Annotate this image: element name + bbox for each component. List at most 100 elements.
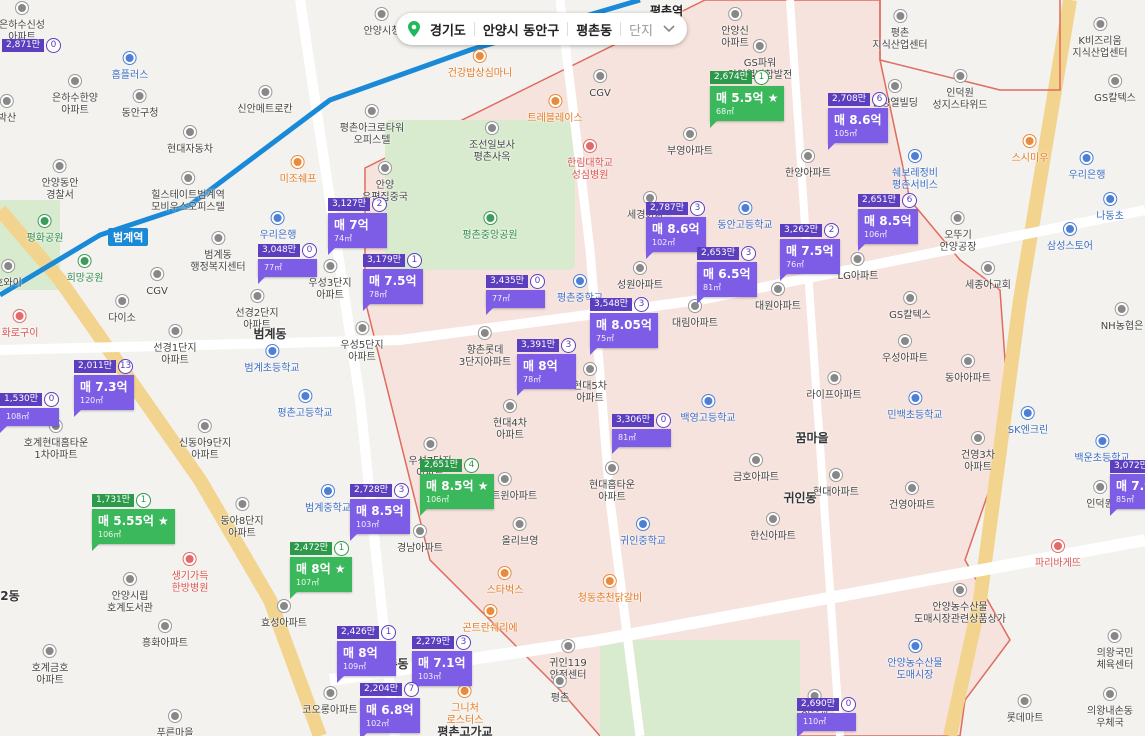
poi-label[interactable]: 홈플러스 [112,52,148,82]
apartment-price-marker[interactable]: 2,674만 1 매 5.5억 ★ 68㎡ [710,70,785,128]
poi-label[interactable]: 범계동 행정복지센터 [190,232,246,274]
apartment-price-marker[interactable]: 3,127만 2 매 7억 74㎡ [328,197,388,255]
apartment-price-marker[interactable]: 3,262만 2 매 7.5억 76㎡ [780,223,840,281]
poi-label[interactable]: 안양동안 경찰서 [42,160,78,202]
poi-label[interactable]: 스타벅스 [487,567,523,597]
apartment-price-marker[interactable]: 3,072만매 7.9억 85㎡ [1110,460,1145,516]
poi-label[interactable]: 현대아파트 [813,469,859,499]
poi-label[interactable]: SK엔크린 [1008,407,1048,437]
poi-label[interactable]: K비즈리움 지식산업센터 [1072,18,1128,60]
apartment-price-marker[interactable]: 3,548만 3 매 8.05억 75㎡ [590,297,658,355]
apartment-price-marker[interactable]: 2,690만 0 110㎡ [797,697,857,736]
poi-label[interactable]: 건영3차 아파트 [961,432,995,474]
poi-label[interactable]: 우성5단지 아파트 [340,322,384,364]
breadcrumb-level[interactable]: 단지 [621,20,661,39]
poi-label[interactable]: 스시미우 [1012,135,1048,165]
poi-label[interactable]: CGV [589,70,611,100]
poi-label[interactable]: 우리은행 [1069,152,1105,182]
chevron-down-icon[interactable] [663,25,675,33]
poi-label[interactable]: 조선일보사 평촌사옥 [469,122,515,164]
poi-label[interactable]: 동안고등학교 [717,202,773,232]
poi-label[interactable]: 현대자동차 [167,126,213,156]
poi-label[interactable]: 청동춘천닭갈비 [578,575,642,605]
poi-label[interactable]: 푸른마을 삼성아파트 [152,710,198,736]
poi-label[interactable]: 오뚜기 안양공장 [940,212,976,254]
breadcrumb-dong[interactable]: 평촌동 [568,20,620,39]
map-canvas[interactable]: 은하수신성 아파트 홈플러스 은하수한양 아파트 동안구청 신안메트로칸 현대자동차 안양동… [0,0,1145,736]
apartment-price-marker[interactable]: 2,651만 6 매 8.5억 106㎡ [858,193,918,251]
poi-label[interactable]: 호계금호 아파트 [32,645,68,687]
poi-label[interactable]: 대림아파트 [672,300,718,330]
apartment-price-marker[interactable]: 2,651만 4 매 8.5억 ★ 106㎡ [420,458,495,516]
poi-label[interactable]: 선경1단지 아파트 [153,325,197,367]
poi-label[interactable]: 금호아파트 [733,454,779,484]
apartment-price-marker[interactable]: 1,731만 1 매 5.55억 ★ 106㎡ [92,493,175,551]
apartment-price-marker[interactable]: 2,787만 3 매 8.6억 102㎡ [646,201,706,259]
poi-label[interactable]: 안양시청 [364,8,400,38]
poi-label[interactable]: 안양시립 호계도서관 [107,573,153,615]
poi-label[interactable]: 꿈마을 [795,432,828,444]
poi-label[interactable]: 그니처 로스터스 [447,685,483,727]
apartment-price-marker[interactable]: 2,204만 7 매 6.8억 102㎡ [360,682,420,736]
station-beomgye-badge[interactable]: 범계역 [108,228,149,246]
poi-label[interactable]: 올리브영 [502,518,538,548]
poi-label[interactable]: 평촌 지식산업센터 [872,10,928,52]
poi-label[interactable]: 호와이 [0,260,22,290]
poi-label[interactable]: 평촌아크로타워 오피스텔 [340,105,404,147]
poi-label[interactable]: 신안메트로칸 [237,86,293,116]
apartment-price-marker[interactable]: 3,306만 0 81㎡ [612,413,672,454]
poi-label[interactable]: 다이소 [108,295,136,325]
poi-label[interactable]: 생기가득 한방병원 [172,553,208,595]
poi-label[interactable]: 동아8단지 아파트 [220,498,264,540]
poi-label[interactable]: 동아아파트 [945,355,991,385]
poi-label[interactable]: GS칼텍스 [1094,75,1136,105]
poi-label[interactable]: 한신아파트 [750,513,796,543]
apartment-price-marker[interactable]: 3,391만 3 매 8억 78㎡ [517,338,577,396]
apartment-price-marker[interactable]: 2,871만 0 [2,38,62,53]
poi-label[interactable]: 화로구이 [2,310,38,340]
apartment-price-marker[interactable]: 2,426만 1 매 8억 109㎡ [337,625,397,683]
breadcrumb-city[interactable]: 안양시 동안구 [475,20,567,39]
poi-label[interactable]: 효성아파트 [261,600,307,630]
poi-label[interactable]: 나동초 [1096,193,1124,223]
poi-label[interactable]: 우성아파트 [882,335,928,365]
poi-label[interactable]: 건강밥상심마니 [448,50,512,80]
poi-label[interactable]: 건영아파트 [889,482,935,512]
poi-label[interactable]: 백영고등학교 [680,395,736,425]
poi-label[interactable]: 흥화아파트 [142,620,188,650]
poi-label[interactable]: NH농협은 [1101,303,1143,333]
poi-label[interactable]: CGV [146,268,168,298]
poi-label[interactable]: 한양아파트 [785,150,831,180]
poi-label[interactable]: 현대5차 아파트 [573,363,607,405]
poi-label[interactable]: 부영아파트 [667,128,713,158]
poi-label[interactable]: 우리은행 [260,212,296,242]
poi-label[interactable]: 곤트란쉐리에 [462,605,518,635]
poi-label[interactable]: 신동아9단지 아파트 [179,420,231,462]
poi-label[interactable]: 귀인중학교 [620,518,666,548]
poi-label[interactable]: 의왕국민 체육센터 [1097,630,1133,672]
apartment-price-marker[interactable]: 2,279만 3 매 7.1억 103㎡ [412,635,472,693]
poi-label[interactable]: 성원아파트 [617,262,663,292]
poi-label[interactable]: 인덕원 성지스타위드 [932,70,988,112]
poi-label[interactable]: 세종아교회 [965,262,1011,292]
poi-label[interactable]: 안양신 아파트 [721,8,749,50]
poi-label[interactable]: 라이프아파트 [806,372,862,402]
poi-label[interactable]: 귀인동 [783,492,816,504]
poi-label[interactable]: 박산 [0,95,16,125]
poi-label[interactable]: 한림대학교 성심병원 [567,140,613,182]
poi-label[interactable]: 은하수한양 아파트 [52,75,98,117]
poi-label[interactable]: 희망공원 [67,255,103,285]
apartment-price-marker[interactable]: 1,530만 0 108㎡ [0,392,60,433]
poi-label[interactable]: 현대4차 아파트 [493,400,527,442]
poi-label[interactable]: 범계동 [253,328,286,340]
poi-label[interactable]: 현대홈타운 아파트 [589,462,635,504]
poi-label[interactable]: 롯데마트 [1007,695,1043,725]
poi-label[interactable]: 쉐보레정비 평촌서비스 [892,150,938,192]
poi-label[interactable]: LG아파트 [838,253,878,283]
poi-label[interactable]: 코오롱아파트 [302,687,358,717]
poi-label[interactable]: 범계초등학교 [244,345,300,375]
poi-label[interactable]: 범계중학교 [305,485,351,515]
poi-label[interactable]: 호계현대홈타운 1차아파트 [24,420,88,462]
poi-label[interactable]: GS칼텍스 [889,292,931,322]
poi-label[interactable]: 평화공원 [27,215,63,245]
